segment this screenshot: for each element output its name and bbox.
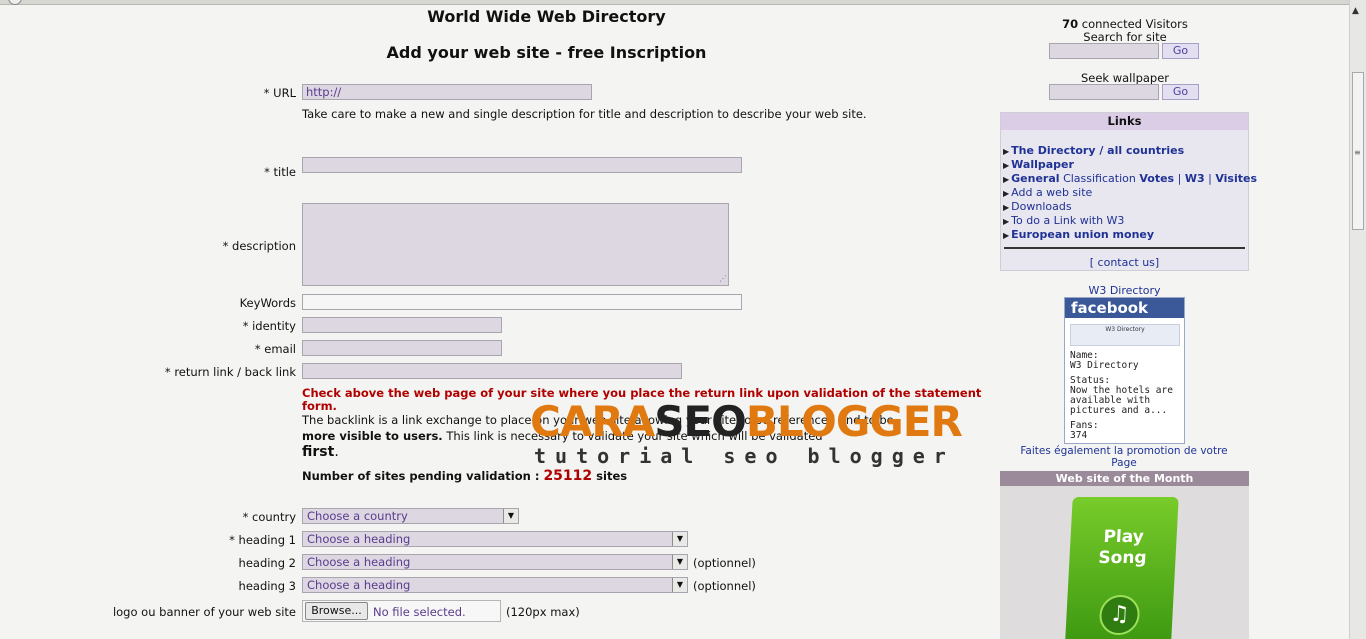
facebook-page-image[interactable]: W3 Directory bbox=[1070, 324, 1180, 346]
facebook-widget: facebook W3 Directory Name: W3 Directory… bbox=[1064, 297, 1185, 444]
browse-button[interactable]: Browse... bbox=[305, 602, 368, 620]
email-label: * email bbox=[254, 342, 296, 356]
keywords-input[interactable] bbox=[302, 294, 742, 310]
search-go-button[interactable]: Go bbox=[1162, 43, 1199, 59]
wallpaper-go-button[interactable]: Go bbox=[1162, 84, 1199, 100]
file-input[interactable]: Browse... No file selected. bbox=[302, 600, 501, 622]
visitors-count: 70 bbox=[1062, 17, 1079, 31]
heading2-select[interactable]: Choose a heading ▼ bbox=[302, 554, 688, 570]
url-label: * URL bbox=[263, 86, 296, 100]
pending-label: Number of sites pending validation : bbox=[302, 469, 540, 483]
music-note-icon: ♫ bbox=[1098, 595, 1141, 635]
return-link-label: * return link / back link bbox=[164, 365, 296, 379]
triangle-right-icon: ▶ bbox=[1003, 189, 1010, 198]
watermark-brand-blogger: BLOGGER bbox=[745, 397, 963, 446]
triangle-right-icon: ▶ bbox=[1003, 217, 1010, 226]
visitors-counter: 70 connected Visitors bbox=[1040, 17, 1210, 31]
vertical-scrollbar[interactable]: ▲ ≡ bbox=[1349, 0, 1366, 639]
link-wallpaper[interactable]: ▶ Wallpaper bbox=[1003, 158, 1074, 171]
triangle-right-icon: ▶ bbox=[1003, 147, 1010, 156]
facebook-logo[interactable]: facebook bbox=[1065, 298, 1184, 318]
heading3-select-value: Choose a heading bbox=[307, 578, 411, 592]
heading2-label: heading 2 bbox=[238, 556, 296, 570]
links-box: Links ▶ The Directory / all countries ▶ Wa… bbox=[1000, 112, 1257, 271]
description-label: * description bbox=[222, 239, 296, 253]
country-select[interactable]: Choose a country ▼ bbox=[302, 508, 519, 524]
backlink-first: first bbox=[302, 444, 335, 460]
fb-name-value: W3 Directory bbox=[1070, 360, 1139, 371]
triangle-right-icon: ▶ bbox=[1003, 203, 1010, 212]
browser-button-icon[interactable] bbox=[8, 0, 22, 5]
care-note: Take care to make a new and single descr… bbox=[302, 107, 867, 121]
warning-text-line2: form. bbox=[302, 399, 337, 413]
chevron-down-icon[interactable]: ▼ bbox=[503, 509, 518, 523]
grip-icon: ≡ bbox=[1354, 148, 1361, 157]
page-title: World Wide Web Directory bbox=[427, 7, 666, 26]
watermark-logo: CARASEOBLOGGER tutorial seo blogger bbox=[530, 398, 990, 470]
chevron-down-icon[interactable]: ▼ bbox=[672, 555, 687, 569]
identity-input[interactable] bbox=[302, 317, 502, 333]
w3-directory-link[interactable]: W3 Directory bbox=[1064, 284, 1185, 297]
country-select-value: Choose a country bbox=[307, 509, 408, 523]
triangle-right-icon: ▶ bbox=[1003, 175, 1010, 184]
title-input[interactable] bbox=[302, 157, 742, 173]
identity-label: * identity bbox=[242, 319, 296, 333]
chevron-down-icon[interactable]: ▼ bbox=[672, 532, 687, 546]
logo-label: logo ou banner of your web site bbox=[112, 605, 296, 619]
chevron-down-icon[interactable]: ▼ bbox=[672, 578, 687, 592]
play-song-label: Play Song bbox=[1097, 527, 1148, 568]
link-classification[interactable]: ▶ General Classification Votes | W3 | Vis… bbox=[1003, 172, 1257, 185]
visitors-label: connected Visitors bbox=[1081, 17, 1188, 31]
pending-validation: Number of sites pending validation : 251… bbox=[302, 468, 627, 484]
title-label: * title bbox=[264, 165, 296, 179]
page-subtitle: Add your web site - free Inscription bbox=[386, 43, 707, 62]
website-of-month: Web site of the Month Play Song ♫ bbox=[1000, 471, 1249, 639]
heading3-note: (optionnel) bbox=[693, 579, 756, 593]
keywords-label: KeyWords bbox=[239, 296, 296, 310]
play-song-banner[interactable]: Play Song ♫ bbox=[1065, 497, 1179, 639]
watermark-tagline: tutorial seo blogger bbox=[534, 444, 955, 468]
heading2-note: (optionnel) bbox=[693, 556, 756, 570]
fb-fans-value: 374 bbox=[1070, 430, 1088, 441]
contact-link[interactable]: [ contact us] bbox=[1001, 256, 1248, 269]
search-input[interactable] bbox=[1049, 43, 1159, 59]
wallpaper-input[interactable] bbox=[1049, 84, 1159, 100]
link-w3[interactable]: ▶ To do a Link with W3 bbox=[1003, 214, 1124, 227]
backlink-more-visible: more visible to users. bbox=[302, 429, 443, 443]
link-directory[interactable]: ▶ The Directory / all countries bbox=[1003, 144, 1184, 157]
search-label: Search for site bbox=[1083, 30, 1167, 44]
browser-top-edge bbox=[0, 0, 1366, 5]
link-add-site[interactable]: ▶ Add a web site bbox=[1003, 186, 1092, 199]
link-downloads[interactable]: ▶ Downloads bbox=[1003, 200, 1072, 213]
heading3-select[interactable]: Choose a heading ▼ bbox=[302, 577, 688, 593]
url-input[interactable]: http:// bbox=[302, 84, 592, 100]
file-status: No file selected. bbox=[373, 605, 466, 619]
scroll-up-icon[interactable]: ▲ bbox=[1352, 6, 1359, 16]
resize-grip-icon[interactable]: ⋰ bbox=[719, 272, 727, 285]
heading1-label: * heading 1 bbox=[229, 533, 296, 547]
links-divider bbox=[1004, 247, 1245, 249]
heading1-select[interactable]: Choose a heading ▼ bbox=[302, 531, 688, 547]
links-header: Links bbox=[1001, 113, 1248, 130]
triangle-right-icon: ▶ bbox=[1003, 161, 1010, 170]
heading2-select-value: Choose a heading bbox=[307, 555, 411, 569]
watermark-brand-seo: SEO bbox=[654, 397, 747, 446]
heading1-select-value: Choose a heading bbox=[307, 532, 411, 546]
heading3-label: heading 3 bbox=[238, 579, 296, 593]
fb-status-line3: pictures and a... bbox=[1070, 405, 1168, 416]
logo-note: (120px max) bbox=[506, 605, 580, 619]
wallpaper-label: Seek wallpaper bbox=[1080, 71, 1170, 85]
pending-unit: sites bbox=[596, 469, 628, 483]
triangle-right-icon: ▶ bbox=[1003, 231, 1010, 240]
description-textarea[interactable]: ⋰ bbox=[302, 203, 729, 286]
return-link-input[interactable] bbox=[302, 363, 682, 379]
watermark-brand-cara: CARA bbox=[530, 397, 655, 446]
backlink-text-line3: first. bbox=[302, 444, 339, 460]
pending-count: 25112 bbox=[543, 468, 593, 484]
country-label: * country bbox=[242, 510, 296, 524]
email-input[interactable] bbox=[302, 340, 502, 356]
link-euro[interactable]: ▶ European union money bbox=[1003, 228, 1154, 241]
wom-header: Web site of the Month bbox=[1000, 471, 1249, 486]
facebook-promo-link[interactable]: Faites également la promotion de votre P… bbox=[1006, 445, 1242, 469]
